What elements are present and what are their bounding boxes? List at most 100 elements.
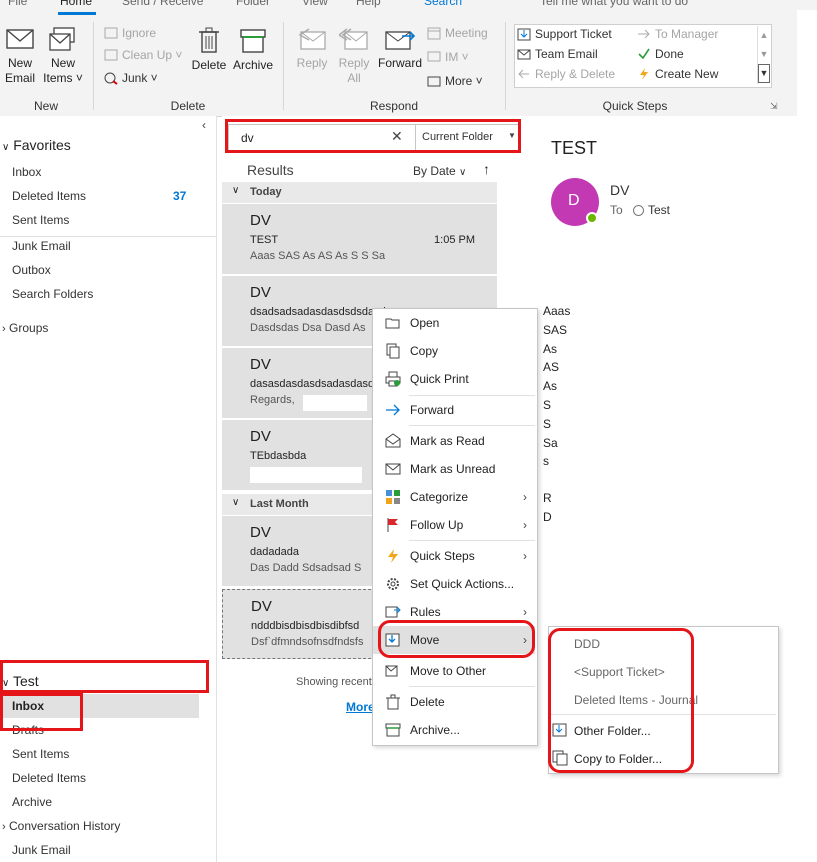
- tab-search[interactable]: Search: [424, 0, 462, 8]
- menu-categorize[interactable]: Categorize ›: [373, 483, 535, 511]
- qs-reply-delete-label: Reply & Delete: [535, 67, 616, 81]
- redaction-block: [250, 467, 362, 483]
- recipient-name[interactable]: Test: [648, 203, 670, 217]
- results-label: Results: [247, 162, 294, 178]
- sort-by-date[interactable]: By Date ∨: [413, 164, 466, 178]
- tab-send-receive[interactable]: Send / Receive: [122, 0, 203, 8]
- menu-separator: [409, 425, 535, 426]
- avatar[interactable]: D: [551, 178, 599, 226]
- ribbon-separator: [505, 22, 506, 110]
- chevron-up-icon[interactable]: ▲: [758, 26, 770, 45]
- flag-icon: [387, 518, 398, 532]
- meeting-button[interactable]: Meeting: [427, 26, 488, 40]
- annotation-highlight-test-account: [0, 660, 209, 693]
- tab-help[interactable]: Help: [356, 0, 381, 8]
- menu-move-to-other[interactable]: Move to Other: [373, 657, 535, 685]
- favorites-header[interactable]: ∨ Favorites: [2, 137, 71, 153]
- junk-icon: [104, 72, 118, 85]
- tab-file[interactable]: File: [8, 0, 27, 8]
- folder-conversation-history[interactable]: › Conversation History: [2, 819, 120, 833]
- dialog-launcher-icon[interactable]: ⇲: [770, 101, 778, 112]
- new-items-button[interactable]: New Items ˅: [42, 26, 84, 86]
- home-tab-underline: [58, 12, 96, 15]
- sort-direction-icon[interactable]: ↑: [483, 161, 490, 177]
- tell-me-box[interactable]: Tell me what you want to do: [540, 0, 688, 8]
- qs-team-email-label: Team Email: [535, 47, 598, 61]
- folder-junk-email[interactable]: Junk Email: [12, 239, 71, 253]
- tab-home[interactable]: Home: [60, 0, 92, 8]
- quick-steps-scroll[interactable]: ▲ ▼ ▼: [757, 26, 770, 84]
- menu-quick-steps[interactable]: Quick Steps ›: [373, 542, 535, 570]
- folder-test-deleted[interactable]: Deleted Items: [12, 771, 86, 785]
- menu-follow-up[interactable]: Follow Up ›: [373, 511, 535, 539]
- menu-set-quick-actions[interactable]: Set Quick Actions...: [373, 570, 535, 598]
- junk-label: Junk ˅: [122, 71, 158, 85]
- menu-quick-print[interactable]: Quick Print: [373, 365, 535, 393]
- delete-ribbon-button[interactable]: Delete: [190, 26, 228, 73]
- folder-test-archive[interactable]: Archive: [12, 795, 52, 809]
- menu-archive[interactable]: Archive...: [373, 716, 535, 744]
- sender-name[interactable]: DV: [610, 182, 629, 198]
- chevron-down-icon: ∨: [459, 167, 467, 178]
- folder-pane: ‹ ∨ Favorites Inbox Deleted Items 37 Sen…: [0, 116, 216, 862]
- chevron-down-icon[interactable]: ▼: [758, 45, 770, 64]
- qs-to-manager[interactable]: To Manager: [637, 27, 718, 41]
- folder-deleted-items[interactable]: Deleted Items: [12, 189, 86, 203]
- menu-copy[interactable]: Copy: [373, 337, 535, 365]
- folder-arrow-icon: [517, 28, 531, 41]
- more-respond-button[interactable]: More ˅: [427, 74, 483, 88]
- menu-mark-as-read[interactable]: Mark as Read: [373, 427, 535, 455]
- ignore-button[interactable]: Ignore: [104, 26, 156, 40]
- menu-delete[interactable]: Delete: [373, 688, 535, 716]
- forward-ribbon-button[interactable]: Forward: [378, 26, 422, 71]
- cleanup-label: Clean Up ˅: [122, 48, 183, 62]
- junk-button[interactable]: Junk ˅: [104, 71, 158, 85]
- folder-outbox[interactable]: Outbox: [12, 263, 51, 277]
- context-menu: Open Copy Quick Print Forward Mark as Re…: [372, 308, 538, 746]
- menu-open[interactable]: Open: [373, 309, 535, 337]
- tab-folder[interactable]: Folder: [236, 0, 270, 8]
- forward-arrow-icon: [386, 404, 400, 416]
- qs-reply-delete[interactable]: Reply & Delete: [517, 67, 615, 81]
- move-to-other-icon: [385, 665, 398, 677]
- reply-button[interactable]: Reply: [293, 26, 331, 71]
- pane-divider: [216, 116, 217, 862]
- reply-all-button[interactable]: Reply All: [335, 26, 373, 86]
- group-header-today[interactable]: ∨ Today: [222, 182, 497, 203]
- archive-ribbon-button[interactable]: Archive: [231, 26, 275, 73]
- im-button[interactable]: IM ˅: [427, 50, 469, 64]
- message-row[interactable]: DV TEST 1:05 PM Aaas SAS As AS As S S Sa: [222, 204, 497, 274]
- folder-sent-items[interactable]: Sent Items: [12, 213, 69, 227]
- collapse-pane-icon[interactable]: ‹: [202, 118, 206, 132]
- ignore-label: Ignore: [122, 26, 157, 40]
- envelope-icon: [6, 29, 34, 49]
- folder-test-sent[interactable]: Sent Items: [12, 747, 69, 761]
- trash-icon: [386, 694, 400, 710]
- expand-gallery-icon[interactable]: ▼: [758, 64, 770, 83]
- more-respond-label: More ˅: [445, 74, 483, 88]
- folder-search-folders[interactable]: Search Folders: [12, 287, 93, 301]
- new-email-button[interactable]: New Email: [2, 26, 38, 86]
- chevron-right-icon: ›: [523, 518, 527, 532]
- qs-team-email[interactable]: Team Email: [517, 47, 598, 61]
- qs-support-ticket[interactable]: Support Ticket: [517, 27, 612, 41]
- recipient-presence-icon: [633, 205, 644, 216]
- more-results-link[interactable]: More: [346, 700, 375, 714]
- qs-create-new[interactable]: Create New: [637, 67, 718, 81]
- im-label: IM ˅: [445, 50, 469, 64]
- lightning-icon: [640, 68, 648, 80]
- ribbon-separator: [93, 22, 94, 110]
- trash-icon: [199, 27, 219, 53]
- folder-test-junk[interactable]: Junk Email: [12, 843, 71, 857]
- folder-inbox[interactable]: Inbox: [12, 165, 41, 179]
- menu-forward[interactable]: Forward: [373, 396, 535, 424]
- new-email-label: New Email: [4, 56, 35, 85]
- tab-view[interactable]: View: [302, 0, 328, 8]
- envelope-icon: [517, 49, 531, 60]
- cleanup-button[interactable]: Clean Up ˅: [104, 48, 182, 62]
- menu-mark-as-unread[interactable]: Mark as Unread: [373, 455, 535, 483]
- annotation-highlight-inbox: [0, 693, 83, 731]
- groups-header[interactable]: › Groups: [2, 321, 48, 335]
- qs-create-new-label: Create New: [655, 67, 719, 81]
- qs-done[interactable]: Done: [637, 47, 684, 61]
